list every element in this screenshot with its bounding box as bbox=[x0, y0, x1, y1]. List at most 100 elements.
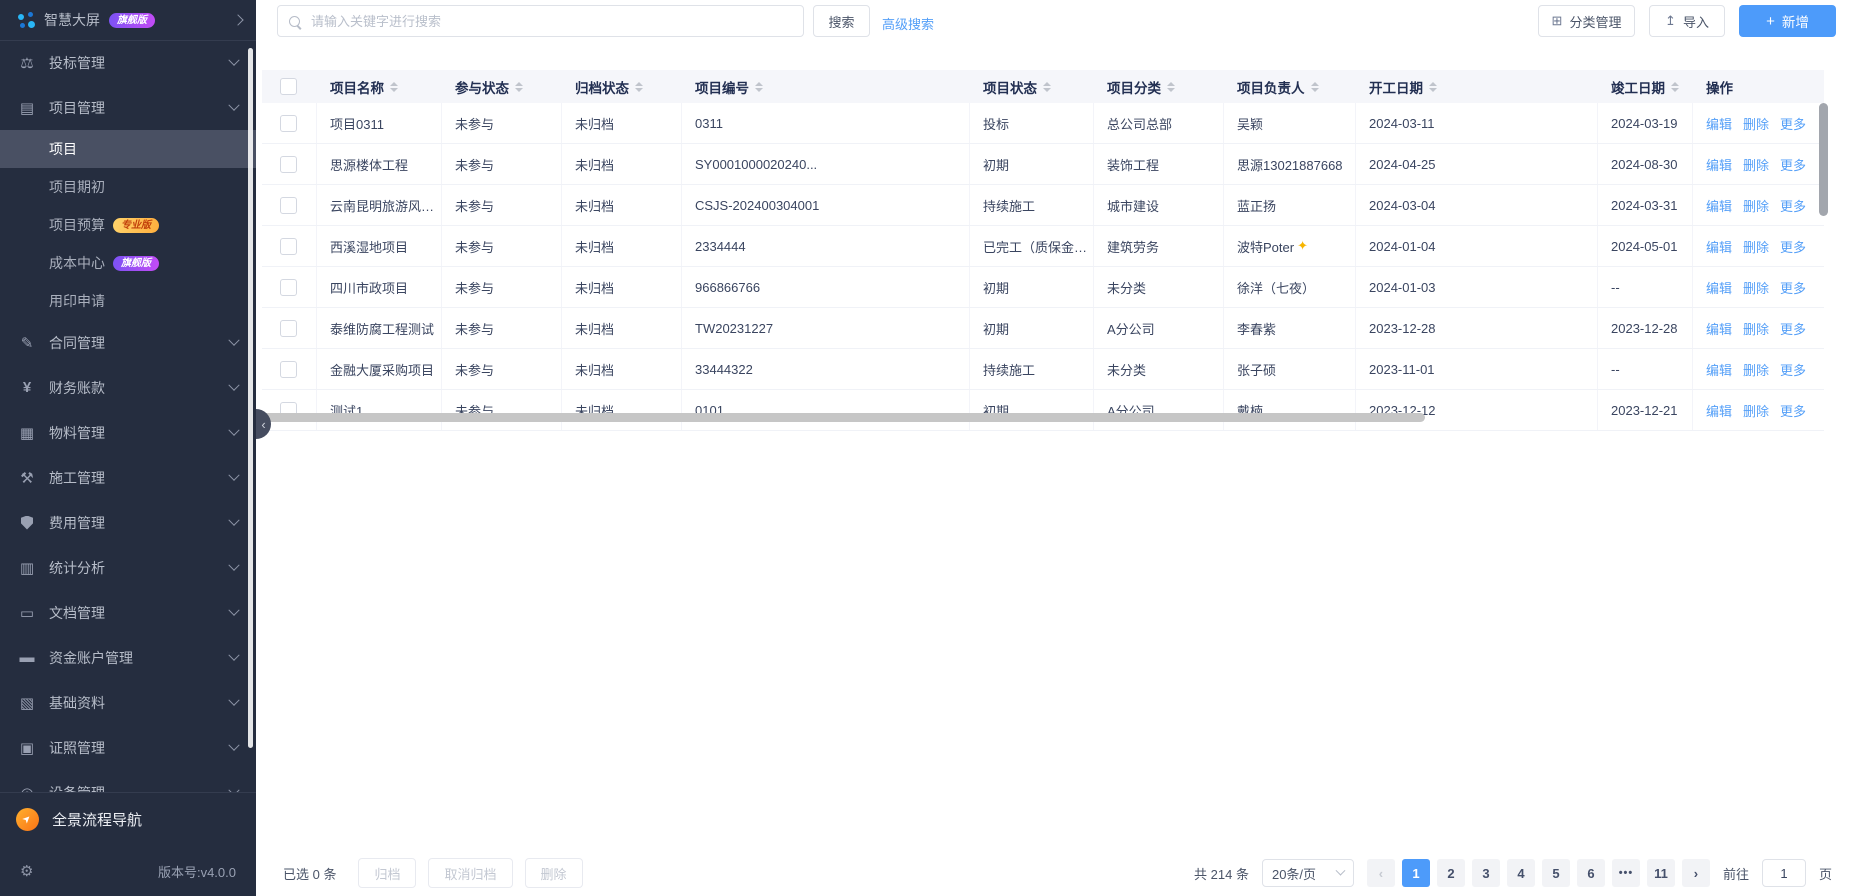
top-actions: ⊞ 分类管理 ↥ 导入 + 新增 bbox=[1538, 5, 1836, 37]
cell-value: 33444322 bbox=[695, 361, 753, 377]
panorama-nav-item[interactable]: ➤ 全景流程导航 bbox=[0, 793, 256, 846]
op-edit-link[interactable]: 编辑 bbox=[1706, 278, 1732, 297]
sort-icon[interactable] bbox=[635, 81, 643, 92]
page-button-5[interactable]: 5 bbox=[1541, 859, 1570, 887]
row-checkbox[interactable] bbox=[280, 319, 297, 337]
delete-button[interactable]: 删除 bbox=[524, 858, 583, 888]
horizontal-scrollbar[interactable] bbox=[262, 413, 1425, 422]
sidebar-subitem-cost-center[interactable]: 成本中心 旗舰版 bbox=[0, 244, 256, 282]
version-row: ⚙ 版本号:v4.0.0 bbox=[0, 846, 256, 896]
sort-icon[interactable] bbox=[1167, 81, 1175, 92]
op-delete-link[interactable]: 删除 bbox=[1743, 319, 1769, 338]
sort-icon[interactable] bbox=[1429, 81, 1437, 92]
add-button[interactable]: + 新增 bbox=[1739, 5, 1836, 37]
op-more-link[interactable]: 更多 bbox=[1780, 196, 1806, 215]
sort-icon[interactable] bbox=[390, 81, 398, 92]
prev-page-button[interactable]: ‹ bbox=[1366, 859, 1395, 887]
sidebar-item-finance[interactable]: ¥ 财务账款 bbox=[0, 365, 256, 410]
op-more-link[interactable]: 更多 bbox=[1780, 237, 1806, 256]
op-edit-link[interactable]: 编辑 bbox=[1706, 155, 1732, 174]
row-checkbox[interactable] bbox=[280, 278, 297, 296]
op-delete-link[interactable]: 删除 bbox=[1743, 278, 1769, 297]
table-cell: 城市建设 bbox=[1094, 185, 1224, 225]
next-page-button[interactable]: › bbox=[1681, 859, 1710, 887]
sort-icon[interactable] bbox=[515, 81, 523, 92]
chevron-down-icon bbox=[228, 54, 240, 66]
sort-icon[interactable] bbox=[755, 81, 763, 92]
row-checkbox[interactable] bbox=[280, 114, 297, 132]
sort-icon[interactable] bbox=[1671, 81, 1679, 92]
sidebar-item-basic[interactable]: ▧ 基础资料 bbox=[0, 680, 256, 725]
op-edit-link[interactable]: 编辑 bbox=[1706, 319, 1732, 338]
op-more-link[interactable]: 更多 bbox=[1780, 278, 1806, 297]
sidebar-item-smart-screen[interactable]: 智慧大屏 旗舰版 bbox=[0, 0, 256, 41]
chevron-down-icon bbox=[228, 334, 240, 346]
pagination: 共 214 条 20条/页 ‹123456•••11› 前往 页 bbox=[1194, 859, 1832, 887]
sidebar-item-funds[interactable]: ▬ 资金账户管理 bbox=[0, 635, 256, 680]
sidebar-subitem-project-budget[interactable]: 项目预算 专业版 bbox=[0, 206, 256, 244]
search-button[interactable]: 搜索 bbox=[813, 5, 870, 37]
sidebar-item-stats[interactable]: ▥ 统计分析 bbox=[0, 545, 256, 590]
page-button-1[interactable]: 1 bbox=[1401, 859, 1430, 887]
sidebar-subitem-project[interactable]: 项目 bbox=[0, 130, 256, 168]
row-checkbox[interactable] bbox=[280, 155, 297, 173]
tools-icon: ⚒ bbox=[20, 469, 34, 487]
page-button-2[interactable]: 2 bbox=[1436, 859, 1465, 887]
page-button-11[interactable]: 11 bbox=[1646, 859, 1675, 887]
advanced-search-link[interactable]: 高级搜索 bbox=[882, 14, 934, 33]
sidebar-item-contract[interactable]: ✎ 合同管理 bbox=[0, 320, 256, 365]
op-more-link[interactable]: 更多 bbox=[1780, 401, 1806, 420]
sort-icon[interactable] bbox=[1043, 81, 1051, 92]
op-delete-link[interactable]: 删除 bbox=[1743, 196, 1769, 215]
sort-icon[interactable] bbox=[1310, 81, 1319, 92]
category-manage-button[interactable]: ⊞ 分类管理 bbox=[1538, 5, 1635, 37]
cell-value: 未归档 bbox=[575, 239, 615, 255]
device-icon: ◎ bbox=[18, 784, 36, 793]
page-ellipsis[interactable]: ••• bbox=[1611, 859, 1640, 887]
sidebar-subitem-project-initial[interactable]: 项目期初 bbox=[0, 168, 256, 206]
op-edit-link[interactable]: 编辑 bbox=[1706, 237, 1732, 256]
op-more-link[interactable]: 更多 bbox=[1780, 114, 1806, 133]
sidebar-item-docs[interactable]: ▭ 文档管理 bbox=[0, 590, 256, 635]
page-size-select[interactable]: 20条/页 bbox=[1261, 859, 1354, 887]
op-more-link[interactable]: 更多 bbox=[1780, 155, 1806, 174]
sidebar-item-device[interactable]: ◎ 设备管理 bbox=[0, 770, 256, 792]
search-input[interactable] bbox=[309, 12, 792, 30]
op-delete-link[interactable]: 删除 bbox=[1743, 360, 1769, 379]
sidebar-item-materials[interactable]: ▦ 物料管理 bbox=[0, 410, 256, 455]
archive-button[interactable]: 归档 bbox=[358, 858, 417, 888]
sidebar-scrollbar[interactable] bbox=[248, 48, 253, 748]
sidebar-item-expense[interactable]: 费用管理 bbox=[0, 500, 256, 545]
unarchive-button[interactable]: 取消归档 bbox=[428, 858, 513, 888]
op-delete-link[interactable]: 删除 bbox=[1743, 114, 1769, 133]
import-button[interactable]: ↥ 导入 bbox=[1649, 5, 1725, 37]
select-all-checkbox[interactable] bbox=[280, 78, 297, 95]
op-delete-link[interactable]: 删除 bbox=[1743, 401, 1769, 420]
sidebar-item-construction[interactable]: ⚒ 施工管理 bbox=[0, 455, 256, 500]
sidebar-item-bidding[interactable]: ⚖ 投标管理 bbox=[0, 40, 256, 85]
row-checkbox[interactable] bbox=[280, 360, 297, 378]
page-button-3[interactable]: 3 bbox=[1471, 859, 1500, 887]
sidebar-item-license[interactable]: ▣ 证照管理 bbox=[0, 725, 256, 770]
op-edit-link[interactable]: 编辑 bbox=[1706, 401, 1732, 420]
op-edit-link[interactable]: 编辑 bbox=[1706, 360, 1732, 379]
goto-page-input[interactable] bbox=[1761, 859, 1806, 887]
page-button-6[interactable]: 6 bbox=[1576, 859, 1605, 887]
row-checkbox[interactable] bbox=[280, 237, 297, 255]
op-more-link[interactable]: 更多 bbox=[1780, 360, 1806, 379]
op-delete-link[interactable]: 删除 bbox=[1743, 155, 1769, 174]
gear-icon[interactable]: ⚙ bbox=[20, 862, 33, 880]
op-edit-link[interactable]: 编辑 bbox=[1706, 114, 1732, 133]
sidebar-subitem-seal-apply[interactable]: 用印申请 bbox=[0, 282, 256, 320]
vertical-scrollbar[interactable] bbox=[1819, 103, 1828, 216]
table-cell: -- bbox=[1598, 349, 1693, 389]
sidebar-item-project-mgmt[interactable]: ▤ 项目管理 bbox=[0, 85, 256, 130]
row-checkbox[interactable] bbox=[280, 196, 297, 214]
table-cell: 编辑 删除 更多 bbox=[1693, 390, 1824, 430]
page-button-4[interactable]: 4 bbox=[1506, 859, 1535, 887]
op-delete-link[interactable]: 删除 bbox=[1743, 237, 1769, 256]
op-edit-link[interactable]: 编辑 bbox=[1706, 196, 1732, 215]
op-more-link[interactable]: 更多 bbox=[1780, 319, 1806, 338]
gavel-icon: ⚖ bbox=[20, 54, 34, 72]
column-header-5: 项目状态 bbox=[970, 70, 1094, 103]
